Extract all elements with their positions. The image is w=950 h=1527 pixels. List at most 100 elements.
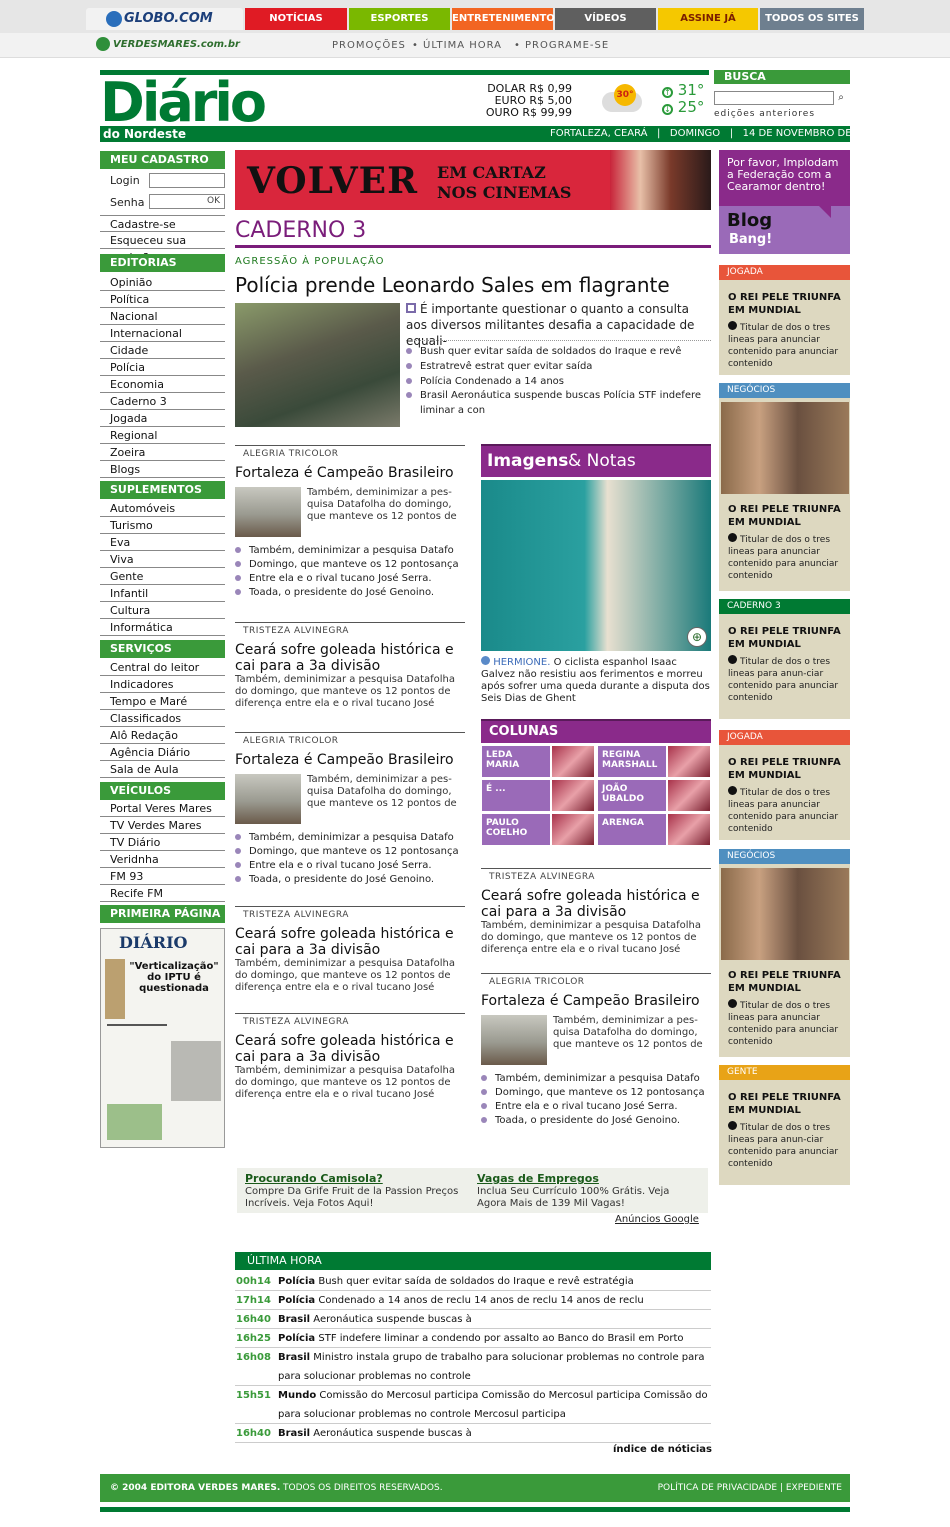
sidebar-item-veiculo[interactable]: TV Verdes Mares (100, 817, 225, 834)
right-box-title[interactable]: O REI PELE TRIUNFA EM MUNDIAL (728, 503, 846, 529)
sidebar-item-editoria[interactable]: Caderno 3 (100, 393, 225, 410)
story-bullet[interactable]: Entre ela e o rival tucano José Serra. (235, 860, 432, 871)
coluna-avatar[interactable] (552, 746, 594, 777)
verdesmares-logo[interactable]: VERDESMARES.com.br (113, 39, 240, 50)
sidebar-item-veiculo[interactable]: Veridnha (100, 851, 225, 868)
lead-bullet[interactable]: Bush quer evitar saída de soldados do Ir… (406, 345, 701, 360)
sidebar-item-editoria[interactable]: Jogada (100, 410, 225, 427)
sidebar-item-editoria[interactable]: Regional (100, 427, 225, 444)
right-box-title[interactable]: O REI PELE TRIUNFA EM MUNDIAL (728, 756, 846, 782)
subnav-promocoes[interactable]: PROMOÇÕES (332, 40, 406, 51)
sidebar-item-editoria[interactable]: Cidade (100, 342, 225, 359)
senha-input[interactable]: OK (149, 194, 225, 209)
login-input[interactable] (149, 173, 225, 188)
sidebar-item-editoria[interactable]: Zoeira (100, 444, 225, 461)
story-title[interactable]: Fortaleza é Campeão Brasileiro (481, 993, 711, 1009)
ad-title[interactable]: Procurando Camisola? (245, 1172, 383, 1185)
story-title[interactable]: Ceará sofre goleada histórica e cai para… (235, 1033, 465, 1065)
story-bullet[interactable]: Domingo, que manteve os 12 pontosança (235, 846, 459, 857)
ultima-hora-row[interactable]: 15h51 Mundo Comissão do Mercosul particip… (235, 1386, 711, 1424)
story-bullet[interactable]: Entre ela e o rival tucano José Serra. (481, 1101, 678, 1112)
subnav-programe-se[interactable]: PROGRAME-SE (525, 40, 609, 51)
lead-photo[interactable] (235, 303, 400, 427)
tab-todos-sites[interactable]: TODOS OS SITES (760, 8, 864, 30)
sidebar-item-editoria[interactable]: Blogs (100, 461, 225, 478)
sidebar-item-veiculo[interactable]: FM 93 (100, 868, 225, 885)
tab-entretenimento[interactable]: ENTRETENIMENTO (452, 8, 555, 30)
coluna-name[interactable]: PAULO COELHO (482, 814, 550, 845)
sidebar-item-suplemento[interactable]: Cultura (100, 602, 225, 619)
ultima-hora-row[interactable]: 17h14 Polícia Condenado a 14 anos de recl… (235, 1291, 711, 1310)
tab-noticias[interactable]: NOTÍCIAS (245, 8, 347, 30)
sidebar-item-editoria[interactable]: Economia (100, 376, 225, 393)
coluna-name[interactable]: ARENGA (598, 814, 666, 845)
sidebar-item-suplemento[interactable]: Eva (100, 534, 225, 551)
front-page-thumbnail[interactable]: DIÁRIO "Verticalização" do IPTU é questi… (100, 928, 225, 1148)
indice-noticias-link[interactable]: índice de nóticias (613, 1444, 712, 1455)
coluna-name[interactable]: LEDA MARIA (482, 746, 550, 777)
story-photo[interactable] (481, 1015, 547, 1065)
cadastre-se-link[interactable]: Cadastre-se (100, 215, 225, 232)
coluna-avatar[interactable] (552, 780, 594, 811)
coluna-name[interactable]: É ... (482, 780, 550, 811)
sidebar-item-editoria[interactable]: Nacional (100, 308, 225, 325)
sidebar-item-servico[interactable]: Agência Diário (100, 744, 225, 761)
sidebar-item-suplemento[interactable]: Viva (100, 551, 225, 568)
sidebar-item-suplemento[interactable]: Informática (100, 619, 225, 636)
lead-bullet[interactable]: Brasil Aeronáutica suspende buscas Políc… (406, 389, 701, 404)
coluna-name[interactable]: JOÃO UBALDO (598, 780, 666, 811)
story-photo[interactable] (235, 487, 301, 537)
search-input[interactable] (714, 91, 834, 105)
coluna-avatar[interactable] (552, 814, 594, 845)
story-bullet[interactable]: Toada, o presidente do José Genoino. (235, 874, 434, 885)
sidebar-item-veiculo[interactable]: Recife FM (100, 885, 225, 902)
ultima-hora-row[interactable]: 16h25 Polícia STF indefere liminar a cond… (235, 1329, 711, 1348)
sidebar-item-editoria[interactable]: Polícia (100, 359, 225, 376)
coluna-name[interactable]: REGINA MARSHALL (598, 746, 666, 777)
sidebar-item-editoria[interactable]: Internacional (100, 325, 225, 342)
story-bullet[interactable]: Toada, o presidente do José Genoino. (481, 1115, 680, 1126)
lead-bullet[interactable]: Polícia Condenado a 14 anos (406, 375, 701, 390)
tab-assine[interactable]: ASSINE JÁ (658, 8, 758, 30)
coluna-avatar[interactable] (668, 814, 710, 845)
sidebar-item-suplemento[interactable]: Gente (100, 568, 225, 585)
sidebar-item-editoria[interactable]: Política (100, 291, 225, 308)
edicoes-anteriores-link[interactable]: edições anteriores (714, 109, 815, 119)
lead-headline[interactable]: Polícia prende Leonardo Sales em flagran… (235, 273, 670, 297)
sidebar-item-servico[interactable]: Central do leitor (100, 659, 225, 676)
search-icon[interactable]: ⌕ (834, 91, 848, 105)
subnav-ultima-hora[interactable]: ÚLTIMA HORA (423, 40, 502, 51)
story-bullet[interactable]: Domingo, que manteve os 12 pontosança (235, 559, 459, 570)
story-title[interactable]: Fortaleza é Campeão Brasileiro (235, 752, 465, 768)
sidebar-item-veiculo[interactable]: TV Diário (100, 834, 225, 851)
story-bullet[interactable]: Domingo, que manteve os 12 pontosança (481, 1087, 705, 1098)
right-box-title[interactable]: O REI PELE TRIUNFA EM MUNDIAL (728, 291, 846, 317)
sidebar-item-veiculo[interactable]: Portal Veres Mares (100, 800, 225, 817)
story-title[interactable]: Ceará sofre goleada histórica e cai para… (235, 642, 465, 674)
story-bullet[interactable]: Também, deminimizar a pesquisa Datafo (235, 832, 454, 843)
esqueceu-senha-link[interactable]: Esqueceu sua senha? (100, 232, 225, 264)
ultima-hora-row[interactable]: 00h14 Polícia Bush quer evitar saída de s… (235, 1272, 711, 1291)
ultima-hora-row[interactable]: 16h08 Brasil Ministro instala grupo de tr… (235, 1348, 711, 1386)
sidebar-item-servico[interactable]: Classificados (100, 710, 225, 727)
ok-button[interactable]: OK (207, 196, 220, 206)
story-bullet[interactable]: Entre ela e o rival tucano José Serra. (235, 573, 432, 584)
caption-name[interactable]: HERMIONE. (493, 657, 550, 668)
volver-banner[interactable]: VOLVER EM CARTAZ NOS CINEMAS (235, 150, 711, 210)
story-title[interactable]: Ceará sofre goleada histórica e cai para… (481, 888, 711, 920)
coluna-avatar[interactable] (668, 780, 710, 811)
right-box-photo[interactable] (721, 868, 849, 960)
coluna-avatar[interactable] (668, 746, 710, 777)
sidebar-item-suplemento[interactable]: Turismo (100, 517, 225, 534)
story-photo[interactable] (235, 774, 301, 824)
story-bullet[interactable]: Também, deminimizar a pesquisa Datafo (481, 1073, 700, 1084)
ultima-hora-row[interactable]: 16h40 Brasil Aeronáutica suspende buscas … (235, 1310, 711, 1329)
sidebar-item-servico[interactable]: Indicadores (100, 676, 225, 693)
diario-logo[interactable]: Diário (100, 76, 267, 130)
story-title[interactable]: Fortaleza é Campeão Brasileiro (235, 465, 465, 481)
right-box-title[interactable]: O REI PELE TRIUNFA EM MUNDIAL (728, 1091, 846, 1117)
promo-box[interactable]: Por favor, Implodam a Federação com a Ce… (719, 150, 850, 254)
sidebar-item-suplemento[interactable]: Infantil (100, 585, 225, 602)
footer-links[interactable]: POLÍTICA DE PRIVACIDADE | EXPEDIENTE (658, 1474, 842, 1502)
story-bullet[interactable]: Toada, o presidente do José Genoino. (235, 587, 434, 598)
